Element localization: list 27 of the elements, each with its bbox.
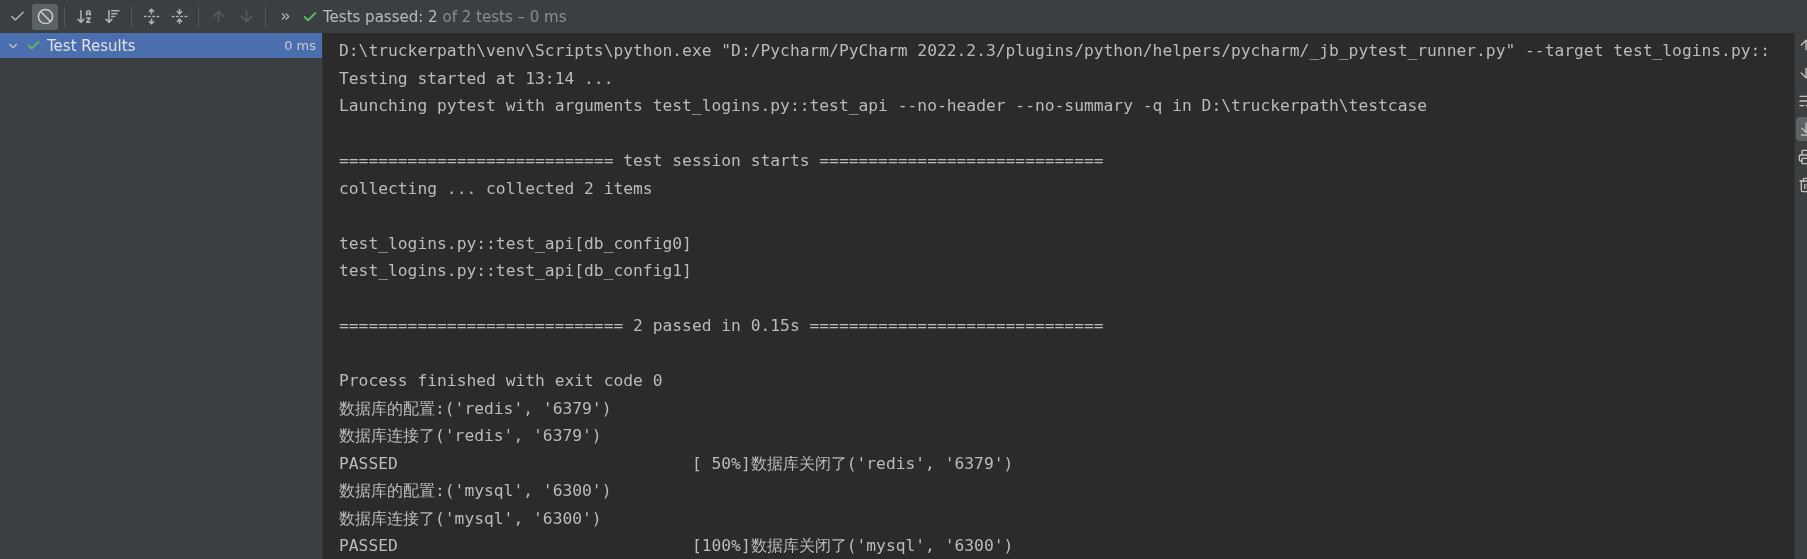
console-line: 数据库的配置:('mysql', '6300') bbox=[339, 480, 613, 502]
console-line: PASSED [ 50%]数据库关闭了('redis', '6379') bbox=[339, 452, 1015, 475]
console-line: PASSED [100%]数据库关闭了('mysql', '6300') bbox=[339, 535, 1015, 557]
console-line: ============================ test session starts ============================= bbox=[339, 150, 1105, 172]
console-line: Process finished with exit code 0 bbox=[339, 370, 664, 392]
console-line: Testing started at 13:14 ... bbox=[339, 67, 615, 90]
console-line: test_logins.py::test_api[db_config0] bbox=[339, 232, 693, 255]
sort-alpha-icon bbox=[75, 8, 93, 25]
test-tree-item[interactable]: Test Results 0 ms bbox=[0, 33, 322, 58]
console-line: collecting ... collected 2 items bbox=[339, 177, 654, 200]
console-line: D:\truckerpath\venv\Scripts\python.exe "D:/Pycharm/PyCharm 2022.2.3/plugins/python/helpers/pycharm/_jb_pytest_runner.py" --target test_logins.py:: bbox=[339, 40, 1772, 62]
console-line: 数据库连接了('mysql', '6300') bbox=[339, 507, 603, 530]
console-line: ============================= 2 passed in 0.15s ============================== bbox=[339, 315, 1105, 337]
tests-passed-text: Tests passed: 2 bbox=[323, 7, 438, 26]
collapse-icon bbox=[170, 8, 188, 25]
console-line: 数据库连接了('redis', '6379') bbox=[339, 425, 603, 447]
tests-detail-text: of 2 tests – 0 ms bbox=[442, 7, 567, 26]
expand-icon bbox=[142, 8, 160, 25]
check-icon bbox=[26, 38, 41, 53]
console-line: Launching pytest with arguments test_logins.py::test_api --no-header --no-summary -q in D:\truckerpath\testcase bbox=[339, 95, 1429, 117]
console-line: test_logins.py::test_api[db_config1] bbox=[339, 260, 693, 282]
console-line: 数据库的配置:('redis', '6379') bbox=[339, 397, 613, 420]
sort-icon bbox=[103, 8, 121, 25]
ban-icon bbox=[36, 8, 54, 25]
tree-item-label: Test Results bbox=[47, 36, 137, 55]
tree-item-time: 0 ms bbox=[284, 38, 316, 53]
ban-button[interactable] bbox=[32, 3, 58, 30]
